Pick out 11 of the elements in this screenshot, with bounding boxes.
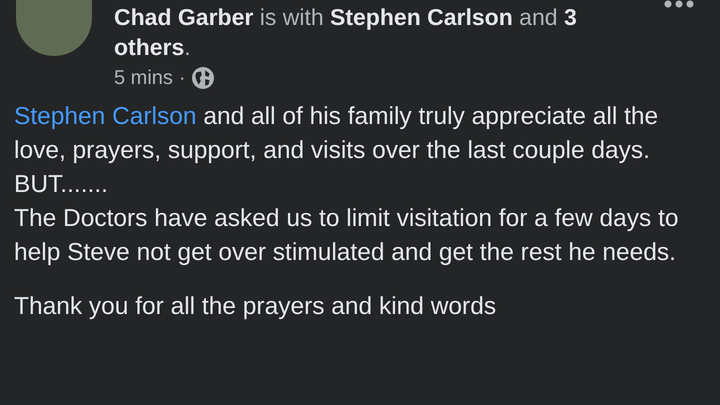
- post-time: 5 mins: [114, 66, 173, 90]
- post-paragraph: Stephen Carlson and all of his family truly appreciate all the love, prayers, support, and visits over the last couple days.: [14, 102, 660, 166]
- separator-dot: ·: [178, 66, 186, 90]
- mention-link[interactable]: Stephen Carlson: [14, 103, 197, 130]
- post-paragraph: Thank you for all the prayers and kind words: [14, 292, 498, 322]
- post-paragraph: BUT.......: [14, 170, 109, 200]
- post-paragraph: The Doctors have asked us to limit visitation for a few days to help Steve not get over stimulated and get the rest he needs.: [14, 204, 680, 268]
- more-options-icon[interactable]: [664, 0, 694, 8]
- post-header: Chad Garber is with Stephen Carlson and 3 others.: [114, 3, 578, 62]
- avatar-photo-placeholder[interactable]: [16, 0, 92, 56]
- globe-icon: [192, 67, 214, 89]
